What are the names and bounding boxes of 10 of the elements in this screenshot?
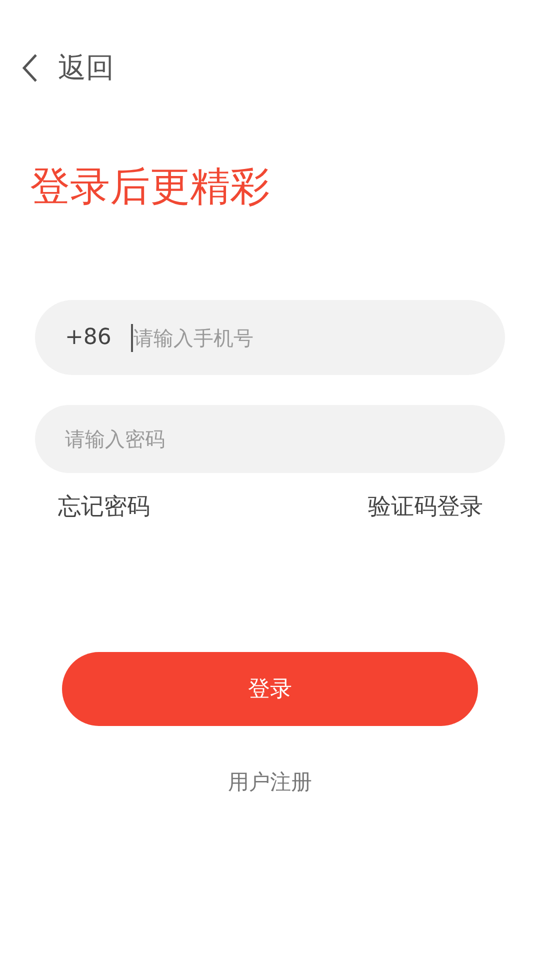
page-title: 登录后更精彩 bbox=[30, 163, 271, 212]
phone-field[interactable]: 请输入手机号 bbox=[133, 326, 475, 350]
password-field[interactable]: 请输入密码 bbox=[35, 405, 505, 473]
register-link[interactable]: 用户注册 bbox=[228, 768, 312, 796]
forgot-password-link[interactable]: 忘记密码 bbox=[58, 491, 150, 522]
back-icon bbox=[20, 53, 40, 83]
back-button[interactable]: 返回 bbox=[20, 50, 114, 86]
login-button[interactable]: 登录 bbox=[62, 652, 478, 726]
code-login-link[interactable]: 验证码登录 bbox=[368, 491, 483, 522]
country-code[interactable]: +86 bbox=[65, 325, 112, 350]
